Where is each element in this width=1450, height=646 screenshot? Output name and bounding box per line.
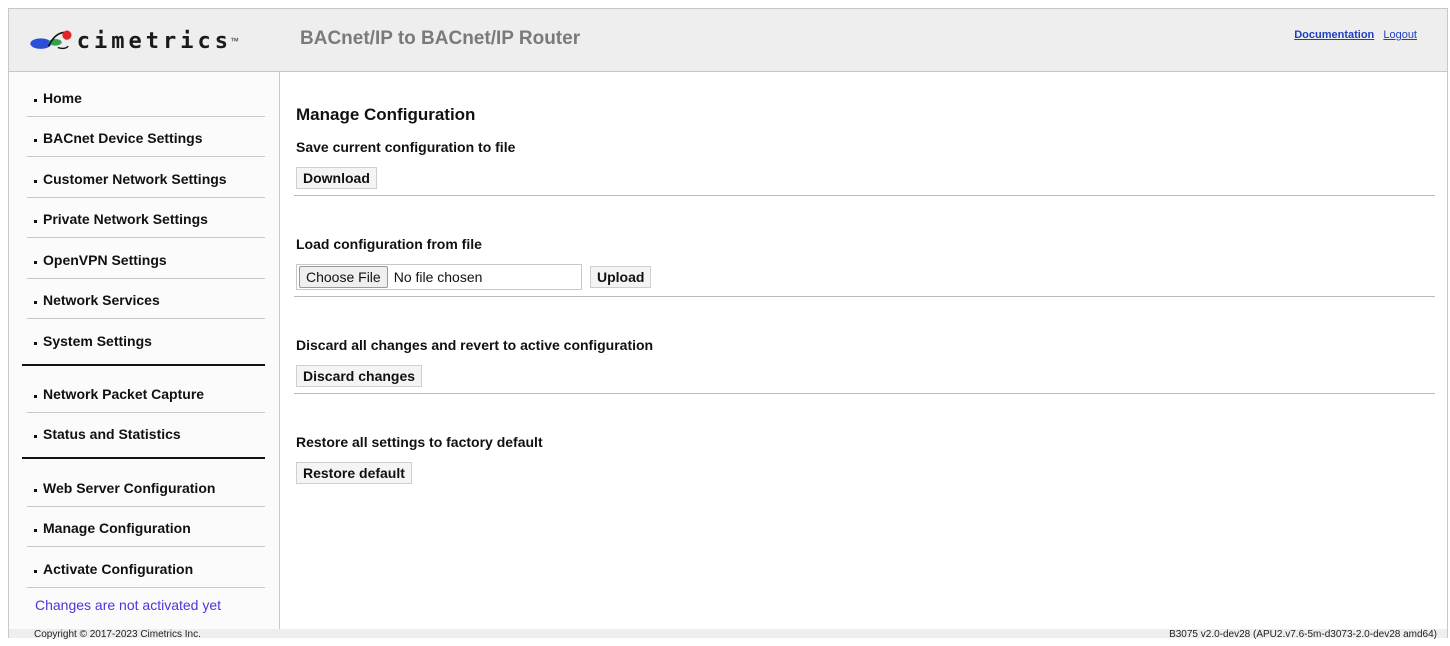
bullet-icon <box>34 489 37 492</box>
config-file-input[interactable]: Choose File No file chosen <box>296 264 582 290</box>
sidebar-item-label: System Settings <box>43 333 152 349</box>
save-section-label: Save current configuration to file <box>296 139 516 155</box>
header-links: Documentation Logout <box>1294 29 1417 41</box>
sidebar-item-activate-configuration[interactable]: Activate Configuration <box>27 548 265 588</box>
documentation-link[interactable]: Documentation <box>1294 29 1374 41</box>
logo-mark-icon <box>30 30 72 50</box>
bullet-icon <box>34 395 37 398</box>
bullet-icon <box>34 435 37 438</box>
download-button[interactable]: Download <box>296 167 377 189</box>
sidebar-item-label: Activate Configuration <box>43 561 194 577</box>
sidebar-item-manage-configuration[interactable]: Manage Configuration <box>27 507 265 547</box>
sidebar-item-bacnet-device-settings[interactable]: BACnet Device Settings <box>27 117 265 157</box>
sidebar-item-label: Home <box>43 90 82 106</box>
sidebar-item-private-network-settings[interactable]: Private Network Settings <box>27 198 265 238</box>
sidebar-item-label: Web Server Configuration <box>43 480 216 496</box>
footer-bar: Copyright © 2017-2023 Cimetrics Inc. B30… <box>9 629 1447 640</box>
logout-link[interactable]: Logout <box>1383 29 1417 41</box>
logo-trademark: ™ <box>230 36 239 46</box>
sidebar-item-home[interactable]: Home <box>27 77 265 117</box>
sidebar-item-openvpn-settings[interactable]: OpenVPN Settings <box>27 239 265 279</box>
restore-default-button[interactable]: Restore default <box>296 462 412 484</box>
sidebar-item-label: Customer Network Settings <box>43 171 227 187</box>
restore-section-label: Restore all settings to factory default <box>296 434 543 450</box>
sidebar-item-label: Network Services <box>43 292 160 308</box>
logo-wordmark: cimetrics <box>76 28 232 54</box>
main-content: Manage Configuration Save current config… <box>280 72 1447 629</box>
bullet-icon <box>34 342 37 345</box>
firmware-version-text: B3075 v2.0-dev28 (APU2.v7.6-5m-d3073-2.0… <box>1169 629 1437 640</box>
sidebar-divider <box>22 457 265 459</box>
discard-section-label: Discard all changes and revert to active… <box>296 337 654 353</box>
sidebar-nav: Home BACnet Device Settings Customer Net… <box>9 72 280 629</box>
bullet-icon <box>34 99 37 102</box>
sidebar-item-label: Status and Statistics <box>43 426 181 442</box>
sidebar-item-label: Private Network Settings <box>43 211 208 227</box>
bullet-icon <box>34 220 37 223</box>
sidebar-item-label: Manage Configuration <box>43 520 191 536</box>
app-frame: cimetrics ™ BACnet/IP to BACnet/IP Router… <box>8 8 1448 640</box>
sidebar-item-label: Network Packet Capture <box>43 386 205 402</box>
sidebar-divider <box>22 364 265 366</box>
section-divider <box>294 195 1435 196</box>
sidebar-item-status-and-statistics[interactable]: Status and Statistics <box>27 413 265 453</box>
choose-file-button[interactable]: Choose File <box>299 266 388 288</box>
upload-button[interactable]: Upload <box>590 266 652 288</box>
cimetrics-logo: cimetrics ™ <box>29 23 239 59</box>
sidebar-item-customer-network-settings[interactable]: Customer Network Settings <box>27 158 265 198</box>
sidebar-item-label: BACnet Device Settings <box>43 130 203 146</box>
bullet-icon <box>34 570 37 573</box>
load-section-label: Load configuration from file <box>296 236 482 252</box>
bullet-icon <box>34 301 37 304</box>
bullet-icon <box>34 139 37 142</box>
section-divider <box>294 393 1435 394</box>
section-divider <box>294 296 1435 297</box>
discard-changes-button[interactable]: Discard changes <box>296 365 423 387</box>
activation-status-note: Changes are not activated yet <box>35 597 222 613</box>
file-status-text: No file chosen <box>393 269 483 285</box>
app-title: BACnet/IP to BACnet/IP Router <box>300 28 581 49</box>
sidebar-item-label: OpenVPN Settings <box>43 252 167 268</box>
bullet-icon <box>34 180 37 183</box>
header-bar: cimetrics ™ BACnet/IP to BACnet/IP Router… <box>9 9 1447 72</box>
sidebar-item-system-settings[interactable]: System Settings <box>27 320 265 360</box>
sidebar-item-web-server-configuration[interactable]: Web Server Configuration <box>27 467 265 507</box>
page-title: Manage Configuration <box>296 105 476 124</box>
bullet-icon <box>34 261 37 264</box>
copyright-text: Copyright © 2017-2023 Cimetrics Inc. <box>34 629 201 640</box>
sidebar-item-network-services[interactable]: Network Services <box>27 279 265 319</box>
sidebar-item-network-packet-capture[interactable]: Network Packet Capture <box>27 373 265 413</box>
bullet-icon <box>34 529 37 532</box>
